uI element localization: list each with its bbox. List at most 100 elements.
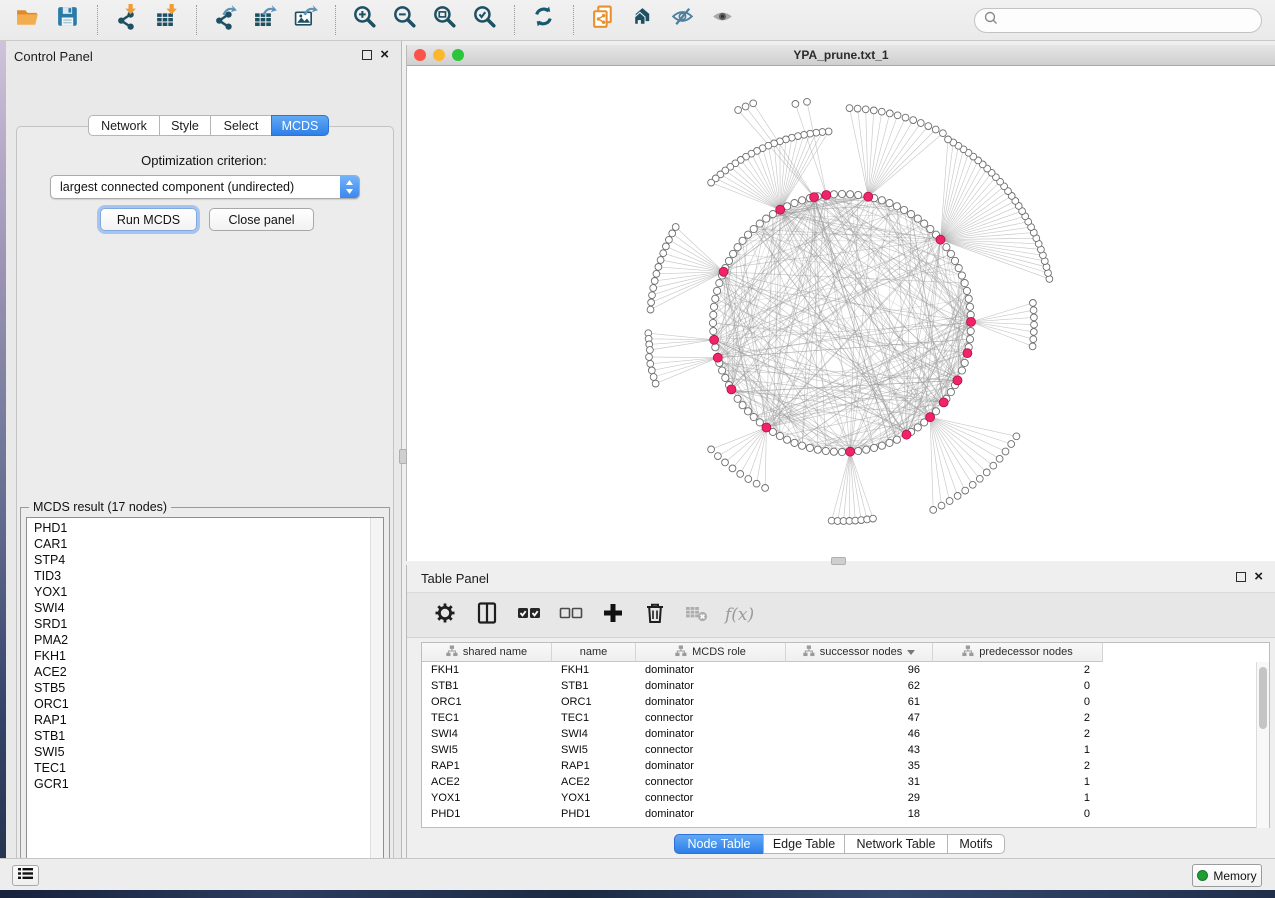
- graph-node[interactable]: [822, 447, 829, 454]
- show-all-button[interactable]: [703, 3, 743, 37]
- mcds-list-scrollbar[interactable]: [370, 518, 383, 872]
- graph-node[interactable]: [735, 107, 742, 114]
- table-row[interactable]: TEC1TEC1connector472: [422, 710, 1256, 726]
- graph-node[interactable]: [925, 123, 932, 130]
- graph-node[interactable]: [719, 367, 726, 374]
- graph-node[interactable]: [651, 278, 658, 285]
- graph-node[interactable]: [963, 287, 970, 294]
- graph-node[interactable]: [1013, 433, 1020, 440]
- graph-hub-node[interactable]: [939, 398, 948, 407]
- graph-node[interactable]: [927, 225, 934, 232]
- graph-node[interactable]: [647, 306, 654, 313]
- graph-node[interactable]: [715, 453, 722, 460]
- graph-node[interactable]: [709, 319, 716, 326]
- graph-node[interactable]: [825, 128, 832, 135]
- graph-node[interactable]: [830, 191, 837, 198]
- graph-node[interactable]: [955, 265, 962, 272]
- close-table-panel-icon[interactable]: ×: [1254, 572, 1263, 582]
- graph-node[interactable]: [886, 439, 893, 446]
- select-all-button[interactable]: [515, 602, 542, 629]
- graph-hub-node[interactable]: [776, 205, 785, 214]
- zoom-in-button[interactable]: [345, 3, 385, 37]
- table-row[interactable]: RAP1RAP1dominator352: [422, 758, 1256, 774]
- mcds-result-item[interactable]: ACE2: [27, 664, 383, 680]
- graph-node[interactable]: [947, 250, 954, 257]
- graph-node[interactable]: [870, 515, 877, 522]
- graph-node[interactable]: [744, 408, 751, 415]
- graph-node[interactable]: [871, 444, 878, 451]
- graph-node[interactable]: [886, 200, 893, 207]
- graph-node[interactable]: [863, 446, 870, 453]
- graph-node[interactable]: [649, 292, 656, 299]
- graph-node[interactable]: [930, 507, 937, 514]
- graph-node[interactable]: [961, 280, 968, 287]
- mcds-result-item[interactable]: SWI5: [27, 744, 383, 760]
- graph-node[interactable]: [712, 295, 719, 302]
- graph-hub-node[interactable]: [864, 192, 873, 201]
- graph-hub-node[interactable]: [967, 317, 976, 326]
- vertical-splitter-handle[interactable]: [399, 449, 407, 464]
- mcds-result-item[interactable]: RAP1: [27, 712, 383, 728]
- graph-node[interactable]: [742, 103, 749, 110]
- horizontal-splitter-handle[interactable]: [831, 557, 846, 565]
- graph-node[interactable]: [943, 244, 950, 251]
- graph-node[interactable]: [819, 129, 826, 136]
- graph-node[interactable]: [745, 476, 752, 483]
- graph-node[interactable]: [901, 206, 908, 213]
- graph-node[interactable]: [806, 444, 813, 451]
- graph-node[interactable]: [910, 117, 917, 124]
- gear-button[interactable]: [431, 602, 458, 629]
- column-header-successor-nodes[interactable]: successor nodes: [786, 643, 933, 662]
- graph-node[interactable]: [750, 100, 757, 107]
- graph-node[interactable]: [730, 250, 737, 257]
- table-row[interactable]: SWI5SWI5connector431: [422, 742, 1256, 758]
- deselect-all-button[interactable]: [557, 602, 584, 629]
- graph-node[interactable]: [1031, 314, 1038, 321]
- graph-node[interactable]: [734, 395, 741, 402]
- graph-node[interactable]: [666, 236, 673, 243]
- graph-node[interactable]: [969, 481, 976, 488]
- graph-node[interactable]: [744, 231, 751, 238]
- first-neighbors-button[interactable]: [623, 3, 663, 37]
- graph-node[interactable]: [996, 455, 1003, 462]
- column-header-MCDS-role[interactable]: MCDS role: [636, 643, 786, 662]
- graph-node[interactable]: [1030, 300, 1037, 307]
- table-scrollbar[interactable]: [1256, 662, 1269, 828]
- graph-node[interactable]: [932, 126, 939, 133]
- graph-node[interactable]: [710, 328, 717, 335]
- graph-node[interactable]: [737, 471, 744, 478]
- tab-motifs[interactable]: Motifs: [947, 834, 1005, 854]
- graph-node[interactable]: [1030, 336, 1037, 343]
- graph-node[interactable]: [792, 101, 799, 108]
- graph-node[interactable]: [878, 197, 885, 204]
- graph-node[interactable]: [739, 237, 746, 244]
- export-table-button[interactable]: [246, 3, 286, 37]
- export-image-button[interactable]: [286, 3, 326, 37]
- graph-node[interactable]: [672, 224, 679, 231]
- graph-node[interactable]: [940, 130, 947, 137]
- mcds-result-item[interactable]: CAR1: [27, 536, 383, 552]
- graph-node[interactable]: [946, 498, 953, 505]
- graph-node[interactable]: [908, 211, 915, 218]
- graph-node[interactable]: [776, 432, 783, 439]
- graph-node[interactable]: [878, 108, 885, 115]
- graph-node[interactable]: [657, 257, 664, 264]
- graph-node[interactable]: [648, 299, 655, 306]
- table-row[interactable]: ACE2ACE2connector311: [422, 774, 1256, 790]
- table-row[interactable]: STB1STB1dominator620: [422, 678, 1256, 694]
- export-network-button[interactable]: [206, 3, 246, 37]
- open-folder-button[interactable]: [8, 3, 48, 37]
- graph-node[interactable]: [878, 442, 885, 449]
- add-button[interactable]: [599, 602, 626, 629]
- mcds-result-item[interactable]: YOX1: [27, 584, 383, 600]
- graph-hub-node[interactable]: [713, 353, 722, 362]
- mcds-result-item[interactable]: PHD1: [27, 520, 383, 536]
- memory-button[interactable]: Memory: [1192, 864, 1262, 887]
- graph-node[interactable]: [938, 502, 945, 509]
- zoom-selected-button[interactable]: [465, 3, 505, 37]
- graph-hub-node[interactable]: [719, 267, 728, 276]
- mcds-result-item[interactable]: STB1: [27, 728, 383, 744]
- graph-node[interactable]: [655, 264, 662, 271]
- table-row[interactable]: SWI4SWI4dominator462: [422, 726, 1256, 742]
- graph-node[interactable]: [886, 110, 893, 117]
